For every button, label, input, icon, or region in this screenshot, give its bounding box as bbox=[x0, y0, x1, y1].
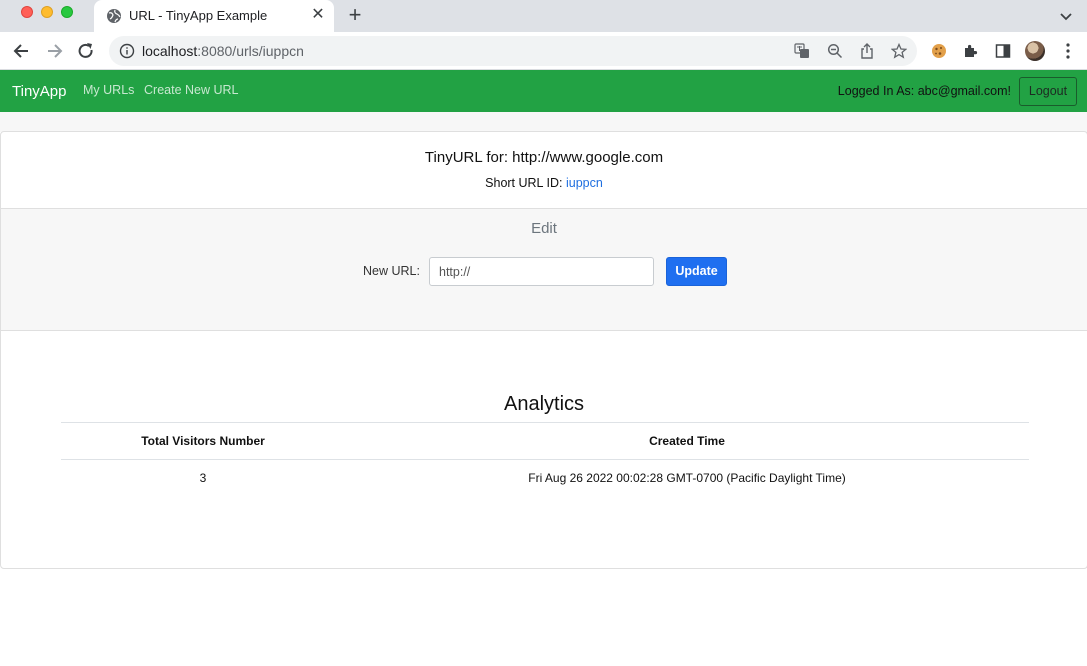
column-header-created-time: Created Time bbox=[345, 422, 1029, 460]
nav-create-new-url[interactable]: Create New URL bbox=[144, 83, 238, 97]
zoom-out-icon[interactable] bbox=[827, 43, 843, 59]
extensions-puzzle-icon[interactable] bbox=[963, 43, 979, 59]
window-close-button[interactable] bbox=[21, 6, 33, 18]
new-tab-icon[interactable]: + bbox=[345, 4, 365, 26]
created-time-cell: Fri Aug 26 2022 00:02:28 GMT-0700 (Pacif… bbox=[345, 459, 1029, 497]
more-options-icon[interactable] bbox=[1060, 42, 1076, 60]
table-row: 3 Fri Aug 26 2022 00:02:28 GMT-0700 (Pac… bbox=[61, 459, 1029, 497]
tab-title: URL - TinyApp Example bbox=[129, 8, 268, 23]
tinyurl-title: TinyURL for: http://www.google.com bbox=[424, 149, 664, 166]
page-background bbox=[0, 112, 1087, 132]
table-header-row: Total Visitors Number Created Time bbox=[61, 422, 1029, 460]
url-card-header: TinyURL for: http://www.google.com Short… bbox=[1, 132, 1087, 209]
bookmark-star-icon[interactable] bbox=[891, 43, 907, 59]
back-arrow-icon[interactable] bbox=[12, 41, 32, 61]
browser-toolbar: localhost:8080/urls/iuppcn bbox=[0, 32, 1087, 70]
logged-in-status: Logged In As: abc@gmail.com! bbox=[837, 84, 1011, 98]
share-icon[interactable] bbox=[859, 43, 875, 59]
browser-tab[interactable]: URL - TinyApp Example ✕ bbox=[94, 0, 334, 32]
url-text[interactable]: localhost:8080/urls/iuppcn bbox=[142, 43, 304, 59]
edit-heading: Edit bbox=[531, 220, 557, 237]
logout-button[interactable]: Logout bbox=[1019, 77, 1077, 106]
browser-tab-strip: URL - TinyApp Example ✕ + bbox=[0, 0, 1087, 32]
window-maximize-button[interactable] bbox=[61, 6, 73, 18]
chevron-down-icon[interactable] bbox=[1058, 8, 1074, 24]
forward-arrow-icon[interactable] bbox=[44, 41, 64, 61]
brand-link[interactable]: TinyApp bbox=[12, 83, 66, 100]
site-info-icon[interactable] bbox=[119, 43, 135, 59]
analytics-table: Total Visitors Number Created Time 3 Fri… bbox=[61, 422, 1029, 497]
analytics-heading: Analytics bbox=[503, 393, 585, 415]
column-header-visitors: Total Visitors Number bbox=[61, 422, 345, 460]
short-url-id: Short URL ID: iuppcn bbox=[1, 176, 1087, 190]
globe-icon bbox=[107, 9, 121, 23]
short-url-link[interactable]: iuppcn bbox=[566, 176, 603, 190]
profile-avatar[interactable] bbox=[1025, 41, 1045, 61]
update-button[interactable]: Update bbox=[666, 257, 727, 286]
new-url-input[interactable] bbox=[429, 257, 654, 286]
visitors-count-cell: 3 bbox=[61, 459, 345, 497]
edit-section: Edit New URL: Update bbox=[1, 208, 1087, 331]
app-navbar: TinyApp My URLs Create New URL Logged In… bbox=[0, 70, 1087, 112]
tab-close-icon[interactable]: ✕ bbox=[310, 7, 326, 23]
url-card: TinyURL for: http://www.google.com Short… bbox=[0, 131, 1087, 569]
cookie-extension-icon[interactable] bbox=[931, 43, 947, 59]
address-bar[interactable]: localhost:8080/urls/iuppcn bbox=[109, 36, 917, 66]
side-panel-icon[interactable] bbox=[995, 43, 1011, 59]
reload-icon[interactable] bbox=[76, 41, 96, 61]
new-url-label: New URL: bbox=[363, 264, 420, 278]
nav-my-urls[interactable]: My URLs bbox=[83, 83, 134, 97]
translate-icon[interactable] bbox=[794, 43, 810, 59]
window-minimize-button[interactable] bbox=[41, 6, 53, 18]
short-url-id-label: Short URL ID: bbox=[485, 176, 563, 190]
